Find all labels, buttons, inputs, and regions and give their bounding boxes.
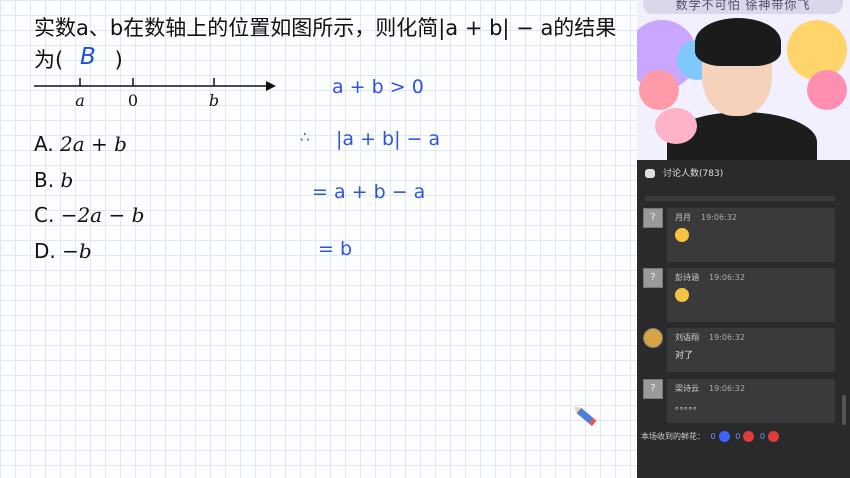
number-line: a 0 b (34, 78, 276, 110)
handwriting-step1: a + b > 0 (332, 76, 424, 98)
message-header: 梁诗云 19:06:32 (675, 383, 745, 394)
pig-mascot-icon (655, 108, 697, 144)
label-0: 0 (128, 91, 138, 110)
whiteboard: 实数a、b在数轴上的位置如图所示，则化简|a + b| − a的结果 为( ) … (0, 0, 637, 478)
message-body: 对了 (675, 351, 694, 361)
chat-scrollbar[interactable] (842, 395, 846, 425)
question-text: 实数a、b在数轴上的位置如图所示，则化简|a + b| − a的结果 (34, 16, 617, 40)
message-card: 彭诗涵 19:06:32 (667, 268, 835, 322)
paren-close: ) (114, 48, 123, 72)
flower-count-3: 0 (759, 432, 765, 441)
red-flower-icon[interactable] (743, 431, 755, 442)
avatar[interactable] (643, 328, 663, 348)
chat-message: ? 月月 19:06:32 (643, 208, 841, 262)
option-c: C. −2a − b (34, 203, 144, 227)
message-card: 月月 19:06:32 (667, 208, 835, 262)
emoji-icon (675, 288, 689, 302)
option-c-letter: C. (34, 203, 55, 227)
option-b-letter: B. (34, 168, 55, 192)
flower-label: 本场收到的鲜花： (641, 432, 705, 441)
option-a-expr: 2a + b (60, 132, 127, 156)
handwriting-step4: = b (318, 238, 353, 260)
avatar[interactable]: ? (643, 268, 663, 288)
message-header: 月月 19:06:32 (675, 212, 737, 223)
label-a: a (75, 91, 85, 110)
message-author: 彭诗涵 (675, 273, 699, 282)
message-card: 梁诗云 19:06:32 。。。。。 (667, 379, 835, 423)
handwritten-answer: B (80, 44, 96, 70)
handwriting-step3: = a + b − a (312, 181, 426, 203)
flower-count-1: 0 (710, 432, 716, 441)
chat-top-divider (645, 196, 835, 201)
option-b: B. b (34, 168, 73, 192)
option-c-expr: −2a − b (60, 203, 145, 227)
blue-flower-icon[interactable] (718, 431, 730, 442)
option-b-expr: b (60, 168, 74, 192)
handwriting-step2: |a + b| − a (336, 128, 441, 150)
message-time: 19:06:32 (709, 273, 745, 282)
message-time: 19:06:32 (709, 333, 745, 342)
question-answer-line: 为( ) (34, 44, 123, 76)
option-a-letter: A. (34, 132, 54, 156)
chat-header-label: 讨论人数 (663, 169, 700, 179)
option-d-letter: D. (34, 239, 56, 263)
chat-header: 讨论人数(783) (637, 162, 850, 186)
number-line-arrow (266, 81, 276, 91)
chat-message: ? 彭诗涵 19:06:32 (643, 268, 841, 322)
avatar[interactable]: ? (643, 379, 663, 399)
chat-bubble-icon (645, 169, 655, 178)
therefore-symbol: ∴ (300, 128, 310, 146)
message-body (675, 228, 689, 245)
message-body: 。。。。。 (675, 402, 703, 412)
avatar[interactable]: ? (643, 208, 663, 228)
pencil-icon[interactable] (572, 404, 602, 432)
sidebar: 数学不可怕 徐神带你飞 讨论人数(783) ? 月月 19:06:32 ? 彭诗涵… (637, 0, 850, 478)
red-flower-icon[interactable] (767, 431, 779, 442)
message-header: 刘语翔 19:06:32 (675, 332, 745, 343)
participant-count: (783) (699, 169, 724, 179)
message-time: 19:06:32 (701, 213, 737, 222)
paren-open: 为( (34, 48, 64, 72)
message-author: 月月 (675, 213, 691, 222)
flower-count-2: 0 (735, 432, 741, 441)
emoji-icon (675, 228, 689, 242)
option-d-expr: −b (62, 239, 92, 263)
video-banner: 数学不可怕 徐神带你飞 (643, 0, 843, 14)
teacher-video: 数学不可怕 徐神带你飞 (637, 0, 850, 160)
flower-counter: 本场收到的鲜花： 0 0 0 (641, 431, 779, 442)
message-body (675, 288, 689, 305)
message-card: 刘语翔 19:06:32 对了 (667, 328, 835, 372)
message-author: 刘语翔 (675, 333, 699, 342)
message-header: 彭诗涵 19:06:32 (675, 272, 745, 283)
option-d: D. −b (34, 239, 92, 263)
teacher-hair (695, 18, 781, 66)
message-time: 19:06:32 (709, 384, 745, 393)
message-author: 梁诗云 (675, 384, 699, 393)
option-a: A. 2a + b (34, 132, 127, 156)
label-b: b (209, 91, 219, 110)
chat-message: ? 梁诗云 19:06:32 。。。。。 (643, 379, 841, 423)
chat-message: 刘语翔 19:06:32 对了 (643, 328, 841, 372)
